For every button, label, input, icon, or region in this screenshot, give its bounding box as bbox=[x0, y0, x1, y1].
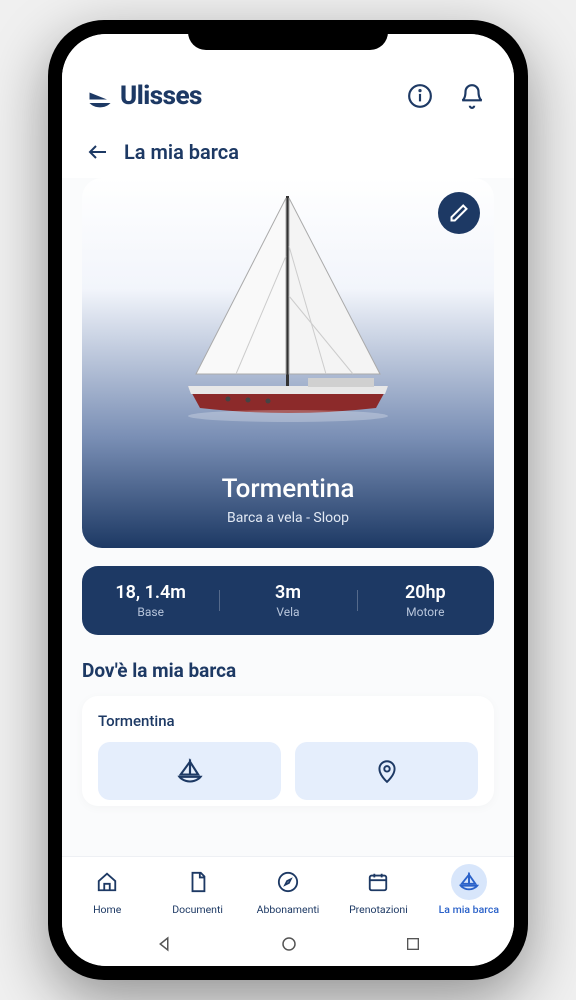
notifications-button[interactable] bbox=[454, 78, 490, 114]
nav-abbonamenti[interactable]: Abbonamenti bbox=[243, 857, 333, 922]
nav-prenotazioni[interactable]: Prenotazioni bbox=[333, 857, 423, 922]
calendar-icon bbox=[367, 871, 389, 893]
logo-icon bbox=[86, 82, 114, 110]
phone-frame: Ulisses bbox=[48, 20, 528, 980]
stat-label: Motore bbox=[357, 605, 494, 619]
map-pin-icon bbox=[374, 758, 400, 784]
nav-label: La mia barca bbox=[439, 903, 499, 916]
pencil-icon bbox=[449, 203, 469, 223]
bottom-nav: Home Documenti Abb bbox=[62, 856, 514, 922]
nav-la-mia-barca[interactable]: La mia barca bbox=[424, 857, 514, 922]
location-section-title: Dov'è la mia barca bbox=[82, 659, 494, 682]
stat-value: 18, 1.4m bbox=[82, 582, 219, 603]
boat-stats-bar: 18, 1.4m Base 3m Vela 20hp Motore bbox=[82, 566, 494, 635]
sys-recent-icon[interactable] bbox=[405, 936, 421, 952]
nav-documenti[interactable]: Documenti bbox=[152, 857, 242, 922]
arrow-left-icon bbox=[86, 140, 110, 164]
boat-icon bbox=[176, 757, 204, 785]
location-card: Tormentina bbox=[82, 696, 494, 806]
document-icon bbox=[187, 871, 209, 893]
nav-label: Home bbox=[93, 903, 121, 916]
phone-screen: Ulisses bbox=[62, 34, 514, 966]
phone-notch bbox=[188, 20, 388, 50]
stat-vela: 3m Vela bbox=[219, 582, 356, 619]
stat-value: 20hp bbox=[357, 582, 494, 603]
nav-label: Abbonamenti bbox=[257, 903, 320, 916]
app-logo[interactable]: Ulisses bbox=[86, 81, 202, 111]
stat-label: Base bbox=[82, 605, 219, 619]
locate-map-button[interactable] bbox=[295, 742, 478, 800]
info-button[interactable] bbox=[402, 78, 438, 114]
page-title-row: La mia barca bbox=[62, 122, 514, 178]
stat-label: Vela bbox=[219, 605, 356, 619]
nav-label: Prenotazioni bbox=[349, 903, 408, 916]
sys-back-icon[interactable] bbox=[155, 935, 173, 953]
stat-value: 3m bbox=[219, 582, 356, 603]
boat-icon bbox=[458, 871, 480, 893]
nav-label: Documenti bbox=[172, 903, 223, 916]
boat-card: Tormentina Barca a vela - Sloop bbox=[82, 178, 494, 548]
boat-type: Barca a vela - Sloop bbox=[227, 510, 349, 526]
bell-icon bbox=[459, 83, 485, 109]
location-boat-name: Tormentina bbox=[98, 712, 478, 730]
locate-boat-button[interactable] bbox=[98, 742, 281, 800]
back-button[interactable] bbox=[86, 140, 110, 164]
sys-home-icon[interactable] bbox=[280, 935, 298, 953]
page-title: La mia barca bbox=[124, 140, 239, 164]
nav-home[interactable]: Home bbox=[62, 857, 152, 922]
edit-boat-button[interactable] bbox=[438, 192, 480, 234]
boat-name: Tormentina bbox=[222, 474, 355, 504]
sailboat-illustration bbox=[158, 186, 418, 446]
home-icon bbox=[96, 871, 118, 893]
content-scroll[interactable]: Tormentina Barca a vela - Sloop 18, 1.4m… bbox=[62, 178, 514, 856]
info-icon bbox=[407, 83, 433, 109]
stat-motore: 20hp Motore bbox=[357, 582, 494, 619]
stat-base: 18, 1.4m Base bbox=[82, 582, 219, 619]
app-name: Ulisses bbox=[120, 81, 202, 111]
android-nav-bar bbox=[62, 922, 514, 966]
compass-icon bbox=[277, 871, 299, 893]
